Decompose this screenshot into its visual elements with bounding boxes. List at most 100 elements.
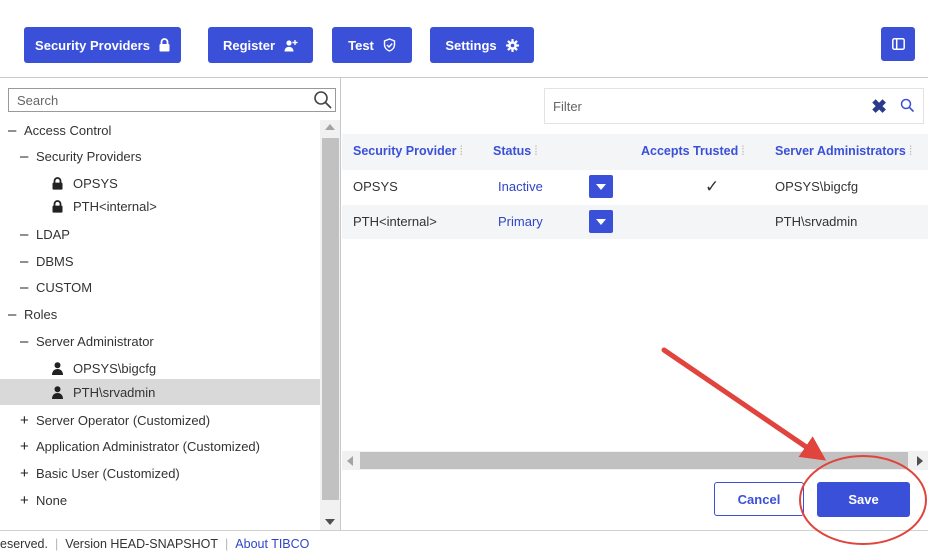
tree-node-basic-user[interactable]: + Basic User (Customized) bbox=[20, 460, 180, 486]
tree-node-ldap[interactable]: – LDAP bbox=[20, 221, 70, 247]
app-window: Security Providers Register Test Setting… bbox=[0, 0, 928, 530]
tree-node-label: Application Administrator (Customized) bbox=[36, 438, 260, 454]
tree-node-label: Roles bbox=[24, 306, 58, 322]
tree-view: – Access Control – Security Providers OP… bbox=[0, 120, 320, 530]
scroll-up-arrow[interactable] bbox=[325, 124, 335, 130]
scroll-left-arrow[interactable] bbox=[347, 456, 353, 466]
toolbar: Security Providers Register Test Setting… bbox=[0, 0, 928, 78]
settings-button[interactable]: Settings bbox=[430, 27, 534, 63]
tree-node-access-control[interactable]: – Access Control bbox=[8, 120, 111, 143]
register-label: Register bbox=[222, 37, 276, 53]
user-icon bbox=[52, 385, 63, 399]
tree-node-roles[interactable]: – Roles bbox=[8, 301, 57, 327]
sort-icon[interactable]: ⁞ bbox=[460, 144, 463, 158]
providers-panel: Filter ✖ Security Provider ⁞ Status ⁞ Acce… bbox=[342, 78, 928, 530]
lock-icon bbox=[52, 176, 63, 190]
scrollbar-thumb[interactable] bbox=[360, 452, 908, 469]
shield-check-icon bbox=[383, 38, 396, 52]
table-row[interactable]: PTH<internal> Primary PTH\srvadmin bbox=[342, 205, 928, 239]
tree-node-label: LDAP bbox=[36, 226, 70, 242]
tree-node-pth-internal[interactable]: PTH<internal> bbox=[52, 193, 157, 219]
tree-node-security-providers[interactable]: – Security Providers bbox=[20, 143, 141, 169]
column-header-server-administrators[interactable]: Server Administrators ⁞ bbox=[775, 144, 912, 158]
clear-filter-icon[interactable]: ✖ bbox=[871, 96, 887, 119]
register-button[interactable]: Register bbox=[208, 27, 313, 63]
tree-node-pth-srvadmin[interactable]: PTH\srvadmin bbox=[0, 379, 320, 405]
scroll-down-arrow[interactable] bbox=[325, 519, 335, 525]
settings-label: Settings bbox=[445, 37, 497, 53]
footer-rights-text: eserved. bbox=[0, 536, 48, 551]
column-label: Status bbox=[493, 144, 532, 158]
tree-node-server-administrator[interactable]: – Server Administrator bbox=[20, 328, 154, 354]
tree-node-application-administrator[interactable]: + Application Administrator (Customized) bbox=[20, 433, 260, 459]
tree-node-opsys-bigcfg[interactable]: OPSYS\bigcfg bbox=[52, 355, 156, 381]
tree-node-label: CUSTOM bbox=[36, 279, 93, 295]
search-icon[interactable] bbox=[313, 90, 333, 110]
tree-node-label: Server Administrator bbox=[36, 333, 154, 349]
tree-node-server-operator[interactable]: + Server Operator (Customized) bbox=[20, 407, 210, 433]
search-input[interactable]: Search bbox=[8, 88, 336, 112]
footer-separator: | bbox=[225, 536, 229, 551]
expand-icon[interactable]: + bbox=[20, 412, 36, 429]
collapse-icon[interactable]: – bbox=[8, 306, 24, 323]
about-tibco-link[interactable]: About TIBCO bbox=[235, 537, 309, 551]
filter-input[interactable]: Filter ✖ bbox=[544, 88, 924, 124]
security-providers-button[interactable]: Security Providers bbox=[24, 27, 181, 63]
lock-icon bbox=[159, 38, 170, 52]
provider-cell: OPSYS bbox=[353, 179, 398, 194]
table-row[interactable]: OPSYS Inactive ✓ OPSYS\bigcfg bbox=[342, 170, 928, 204]
test-label: Test bbox=[348, 37, 374, 53]
gear-icon bbox=[505, 38, 519, 52]
tree-node-custom[interactable]: – CUSTOM bbox=[20, 274, 92, 300]
column-header-status[interactable]: Status ⁞ bbox=[493, 144, 538, 158]
table-header: Security Provider ⁞ Status ⁞ Accepts Trust… bbox=[342, 134, 928, 170]
collapse-icon[interactable]: – bbox=[20, 226, 36, 243]
security-providers-label: Security Providers bbox=[35, 37, 150, 53]
collapse-icon[interactable]: – bbox=[20, 279, 36, 296]
expand-icon[interactable]: + bbox=[20, 438, 36, 455]
column-label: Accepts Trusted bbox=[641, 144, 739, 158]
status-cell[interactable]: Primary bbox=[498, 214, 543, 229]
search-icon[interactable] bbox=[900, 98, 915, 113]
cancel-button[interactable]: Cancel bbox=[714, 482, 804, 516]
status-cell[interactable]: Inactive bbox=[498, 179, 543, 194]
scrollbar-thumb[interactable] bbox=[322, 138, 339, 500]
collapse-icon[interactable]: – bbox=[8, 122, 24, 139]
add-user-icon bbox=[284, 39, 298, 51]
save-button[interactable]: Save bbox=[817, 482, 910, 517]
tree-node-label: OPSYS bbox=[73, 175, 118, 191]
column-label: Security Provider bbox=[353, 144, 457, 158]
scroll-right-arrow[interactable] bbox=[917, 456, 923, 466]
tree-scrollbar[interactable] bbox=[320, 120, 340, 530]
tree-node-label: Server Operator (Customized) bbox=[36, 412, 211, 428]
table-horizontal-scrollbar[interactable] bbox=[342, 451, 928, 470]
test-button[interactable]: Test bbox=[332, 27, 412, 63]
tree-node-none[interactable]: + None bbox=[20, 487, 67, 513]
admins-cell: OPSYS\bigcfg bbox=[775, 179, 859, 194]
column-header-accepts-trusted[interactable]: Accepts Trusted ⁞ bbox=[641, 144, 745, 158]
expand-icon[interactable]: + bbox=[20, 465, 36, 482]
tree-node-label: PTH\srvadmin bbox=[73, 384, 156, 400]
sort-icon[interactable]: ⁞ bbox=[741, 144, 744, 158]
provider-cell: PTH<internal> bbox=[353, 214, 437, 229]
tree-node-label: PTH<internal> bbox=[73, 198, 157, 214]
tree-node-label: Access Control bbox=[24, 122, 112, 138]
footer: eserved. | Version HEAD-SNAPSHOT | About… bbox=[0, 530, 928, 556]
collapse-icon[interactable]: – bbox=[20, 253, 36, 270]
collapse-icon[interactable]: – bbox=[20, 333, 36, 350]
collapse-icon[interactable]: – bbox=[20, 148, 36, 165]
sort-icon[interactable]: ⁞ bbox=[534, 144, 537, 158]
tree-node-label: DBMS bbox=[36, 253, 74, 269]
column-label: Server Administrators bbox=[775, 144, 906, 158]
tree-node-label: Security Providers bbox=[36, 148, 142, 164]
sort-icon[interactable]: ⁞ bbox=[909, 144, 912, 158]
status-dropdown-button[interactable] bbox=[589, 210, 613, 233]
column-header-security-provider[interactable]: Security Provider ⁞ bbox=[353, 144, 463, 158]
footer-version-text: Version HEAD-SNAPSHOT bbox=[65, 536, 219, 551]
tree-node-dbms[interactable]: – DBMS bbox=[20, 248, 74, 274]
toggle-panel-button[interactable] bbox=[881, 27, 915, 61]
status-dropdown-button[interactable] bbox=[589, 175, 613, 198]
expand-icon[interactable]: + bbox=[20, 492, 36, 509]
lock-icon bbox=[52, 199, 63, 213]
tree-node-label: None bbox=[36, 492, 68, 508]
